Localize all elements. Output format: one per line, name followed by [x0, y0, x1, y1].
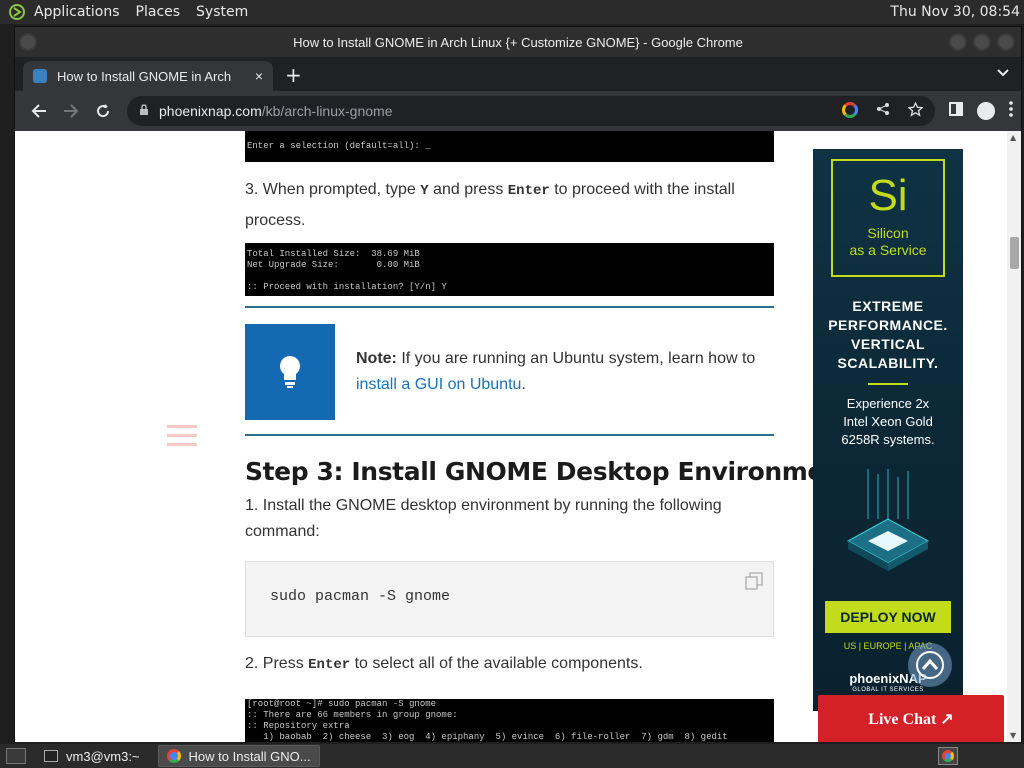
lightbulb-icon: [245, 324, 335, 420]
window-titlebar[interactable]: How to Install GNOME in Arch Linux {+ Cu…: [15, 27, 1021, 57]
tab-close-icon[interactable]: ×: [255, 68, 263, 84]
address-bar[interactable]: phoenixnap.com/kb/arch-linux-gnome: [127, 96, 935, 126]
step-text-part: to select all of the available component…: [350, 655, 643, 672]
maximize-button[interactable]: [973, 33, 991, 51]
window-menu-button[interactable]: [19, 33, 37, 51]
live-chat-button[interactable]: Live Chat ↗: [818, 695, 1004, 742]
ad-divider: [868, 383, 908, 385]
taskbar-item-chrome[interactable]: How to Install GNO...: [157, 745, 320, 767]
page-viewport[interactable]: Enter a selection (default=all): _ 3. Wh…: [15, 131, 1021, 742]
code-command[interactable]: sudo pacman -S gnome: [270, 588, 450, 605]
tab-title: How to Install GNOME in Arch: [57, 68, 232, 84]
url-path: /kb/arch-linux-gnome: [261, 103, 393, 119]
terminal-screenshot-selection: Enter a selection (default=all): _: [245, 131, 774, 162]
step-text-part: 3. When prompted, type: [245, 181, 421, 198]
scrollbar-thumb[interactable]: [1010, 237, 1019, 269]
show-desktop-button[interactable]: [6, 748, 26, 764]
key-y: Y: [420, 183, 429, 199]
step-text-install: 1. Install the GNOME desktop environment…: [245, 497, 722, 540]
ad-brand-tagline: GLOBAL IT SERVICES: [852, 687, 924, 693]
back-button[interactable]: [23, 95, 55, 127]
step-text-select: 2. Press Enter to select all of the avai…: [245, 651, 765, 678]
ad-headline: EXTREME PERFORMANCE. VERTICAL SCALABILIT…: [813, 297, 963, 373]
lock-icon[interactable]: [139, 103, 149, 119]
google-lens-icon[interactable]: [842, 101, 858, 118]
chrome-window: How to Install GNOME in Arch Linux {+ Cu…: [14, 26, 1022, 742]
copy-icon[interactable]: [745, 572, 763, 590]
terminal-screenshot-proceed: Total Installed Size: 38.69 MiB Net Upgr…: [245, 243, 774, 296]
phoenixnap-favicon-icon: [33, 69, 47, 83]
scroll-down-arrow-icon[interactable]: ▼: [1010, 731, 1016, 740]
note-text: Note: If you are running an Ubuntu syste…: [356, 346, 766, 398]
processor-chip-icon: [838, 469, 938, 579]
chrome-icon: [166, 749, 181, 763]
menu-applications[interactable]: Applications: [34, 4, 120, 20]
ad-si-symbol: Si: [868, 171, 908, 220]
sidebar-advertisement[interactable]: Si Silicon as a Service EXTREME PERFORMA…: [813, 149, 963, 711]
close-window-button[interactable]: [997, 33, 1015, 51]
forward-button[interactable]: [55, 95, 87, 127]
side-panel-icon[interactable]: [949, 102, 963, 120]
menu-system[interactable]: System: [196, 4, 248, 20]
menu-places[interactable]: Places: [136, 4, 181, 20]
ubuntu-gui-link[interactable]: install a GUI on Ubuntu: [356, 376, 521, 393]
ad-si-box: Si Silicon as a Service: [831, 159, 945, 277]
scroll-to-top-button[interactable]: [908, 643, 952, 687]
terminal-screenshot-gnome-group: [root@root ~]# sudo pacman -S gnome :: T…: [245, 699, 774, 742]
tab-strip: How to Install GNOME in Arch × +: [15, 57, 1021, 91]
kebab-menu-icon[interactable]: [1009, 101, 1013, 121]
ad-desc-line: Experience 2x: [846, 396, 930, 411]
window-title: How to Install GNOME in Arch Linux {+ Cu…: [293, 34, 743, 50]
code-block: sudo pacman -S gnome: [245, 561, 774, 637]
ad-headline-line: SCALABILITY.: [837, 355, 939, 371]
url-host: phoenixnap.com: [159, 103, 262, 119]
note-end: .: [521, 376, 526, 393]
workspace-chrome-icon: [942, 750, 954, 762]
taskbar-item-label: How to Install GNO...: [188, 748, 311, 764]
scroll-up-arrow-icon[interactable]: ▲: [1010, 133, 1016, 142]
share-icon[interactable]: [876, 102, 890, 121]
minimize-button[interactable]: [949, 33, 967, 51]
top-panel: Applications Places System Thu Nov 30, 0…: [0, 0, 1024, 24]
tab-active[interactable]: How to Install GNOME in Arch ×: [23, 61, 273, 91]
section-heading: Step 3: Install GNOME Desktop Environmen…: [245, 457, 853, 486]
step-text-prompt: 3. When prompted, type Y and press Enter…: [245, 175, 765, 235]
ad-desc-line: Intel Xeon Gold: [843, 414, 933, 429]
reload-button[interactable]: [87, 95, 119, 127]
ad-si-subtitle-2: as a Service: [849, 242, 927, 258]
note-callout: Note: If you are running an Ubuntu syste…: [245, 306, 774, 436]
workspace-switcher[interactable]: [938, 747, 958, 765]
taskbar-item-terminal[interactable]: vm3@vm3:~: [36, 745, 148, 767]
bookmark-star-icon[interactable]: [907, 100, 924, 121]
ad-desc-line: 6258R systems.: [841, 432, 935, 447]
ad-headline-line: PERFORMANCE.: [828, 317, 948, 333]
ad-headline-line: VERTICAL: [851, 336, 925, 352]
key-enter: Enter: [507, 183, 550, 199]
tab-search-chevron-icon[interactable]: [997, 65, 1009, 81]
clock[interactable]: Thu Nov 30, 08:54: [890, 4, 1020, 20]
bottom-panel: vm3@vm3:~ How to Install GNO...: [0, 744, 1024, 768]
step-text-part: and press: [428, 181, 508, 198]
distro-logo-icon[interactable]: [6, 2, 28, 22]
new-tab-button[interactable]: +: [285, 63, 302, 87]
key-enter: Enter: [308, 657, 351, 673]
browser-toolbar: phoenixnap.com/kb/arch-linux-gnome: [15, 91, 1021, 131]
note-label: Note:: [356, 350, 397, 367]
ad-si-subtitle-1: Silicon: [867, 225, 909, 241]
ad-deploy-button[interactable]: DEPLOY NOW: [825, 601, 951, 633]
taskbar-item-label: vm3@vm3:~: [66, 748, 140, 764]
hamburger-menu-icon[interactable]: [167, 423, 197, 456]
page-scrollbar[interactable]: ▲ ▼: [1007, 131, 1021, 742]
ad-description: Experience 2x Intel Xeon Gold 6258R syst…: [813, 395, 963, 449]
ad-headline-line: EXTREME: [852, 298, 924, 314]
step-text-part: 2. Press: [245, 655, 309, 672]
terminal-icon: [44, 750, 58, 762]
note-body: If you are running an Ubuntu system, lea…: [396, 350, 756, 367]
profile-avatar[interactable]: [977, 102, 995, 120]
